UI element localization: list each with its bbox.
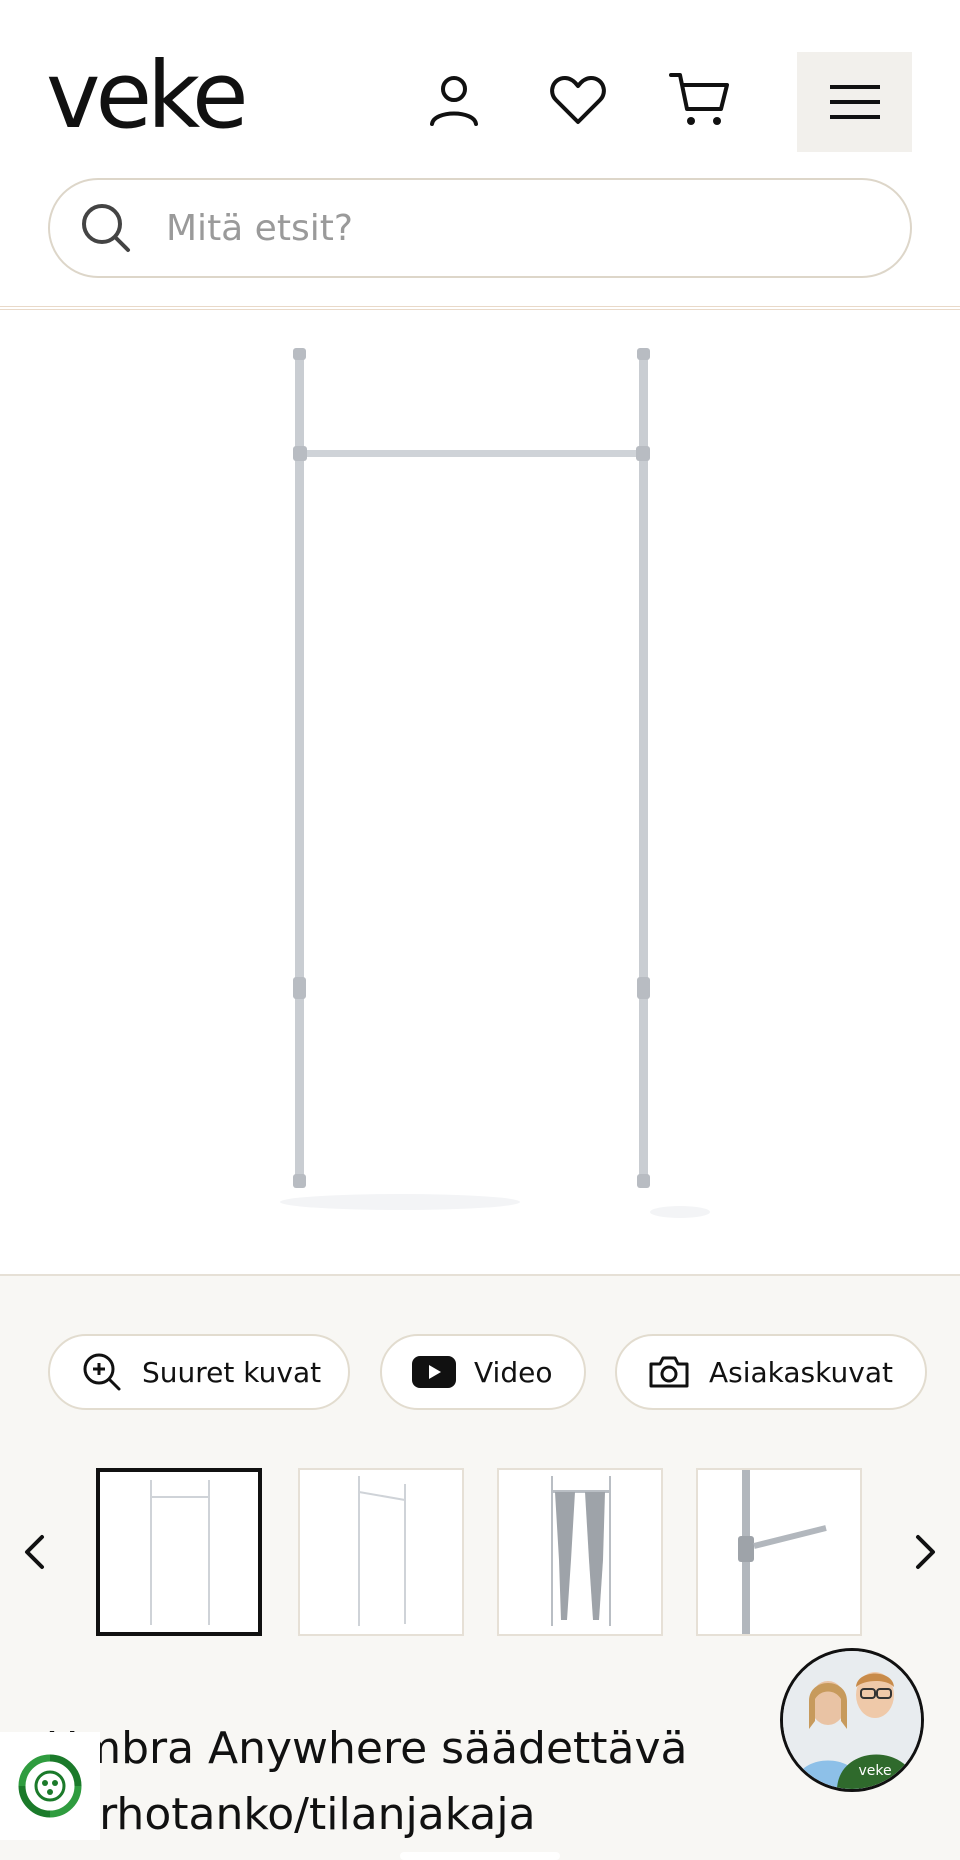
heart-icon <box>550 76 606 124</box>
large-images-button[interactable]: Suuret kuvat <box>48 1334 350 1410</box>
veke-logo[interactable]: veke <box>46 50 249 142</box>
site-header: veke <box>0 0 960 310</box>
gallery-thumbnail-detail-closeup[interactable] <box>696 1468 862 1636</box>
search-icon <box>74 196 138 260</box>
curtain-rod-frame-image <box>280 348 710 1218</box>
customer-photos-label: Asiakaskuvat <box>709 1355 893 1389</box>
customer-photos-button[interactable]: Asiakaskuvat <box>615 1334 927 1410</box>
chevron-left-icon <box>25 1535 44 1569</box>
home-indicator <box>400 1852 560 1860</box>
product-title-line2: verhotanko/tilanjakaja <box>46 1789 536 1840</box>
header-divider <box>0 306 960 310</box>
product-title-line1: Umbra Anywhere säädettävä <box>46 1723 688 1774</box>
support-staff-photo: veke <box>783 1651 921 1789</box>
video-button[interactable]: Video <box>380 1334 586 1410</box>
account-button[interactable] <box>418 64 490 136</box>
customer-service-chat-avatar[interactable]: veke <box>780 1648 924 1792</box>
gallery-prev-button[interactable] <box>14 1520 54 1584</box>
zoom-in-icon <box>80 1350 124 1394</box>
cart-icon <box>669 73 729 125</box>
camera-icon <box>647 1350 691 1394</box>
gallery-thumbnail-front-view[interactable] <box>96 1468 262 1636</box>
cart-button[interactable] <box>664 64 736 136</box>
recycle-icon <box>18 1754 82 1818</box>
search-bar[interactable] <box>48 178 912 278</box>
wishlist-button[interactable] <box>542 64 614 136</box>
gallery-thumbnail-angled-view[interactable] <box>298 1468 464 1636</box>
gallery-next-button[interactable] <box>906 1520 946 1584</box>
large-images-label: Suuret kuvat <box>142 1355 322 1389</box>
video-label: Video <box>474 1355 553 1389</box>
eco-recycling-badge[interactable] <box>0 1732 100 1840</box>
user-icon <box>430 76 478 126</box>
product-title: Umbra Anywhere säädettävä verhotanko/til… <box>46 1716 786 1848</box>
chevron-right-icon <box>916 1535 935 1569</box>
avatar-shirt-text: veke <box>858 1763 891 1779</box>
product-main-image[interactable] <box>0 312 960 1274</box>
gallery-thumbnail-with-curtains[interactable] <box>497 1468 663 1636</box>
menu-button[interactable] <box>797 52 912 152</box>
youtube-play-icon <box>412 1350 456 1394</box>
search-input[interactable] <box>166 207 846 249</box>
hamburger-menu-icon <box>829 85 880 119</box>
